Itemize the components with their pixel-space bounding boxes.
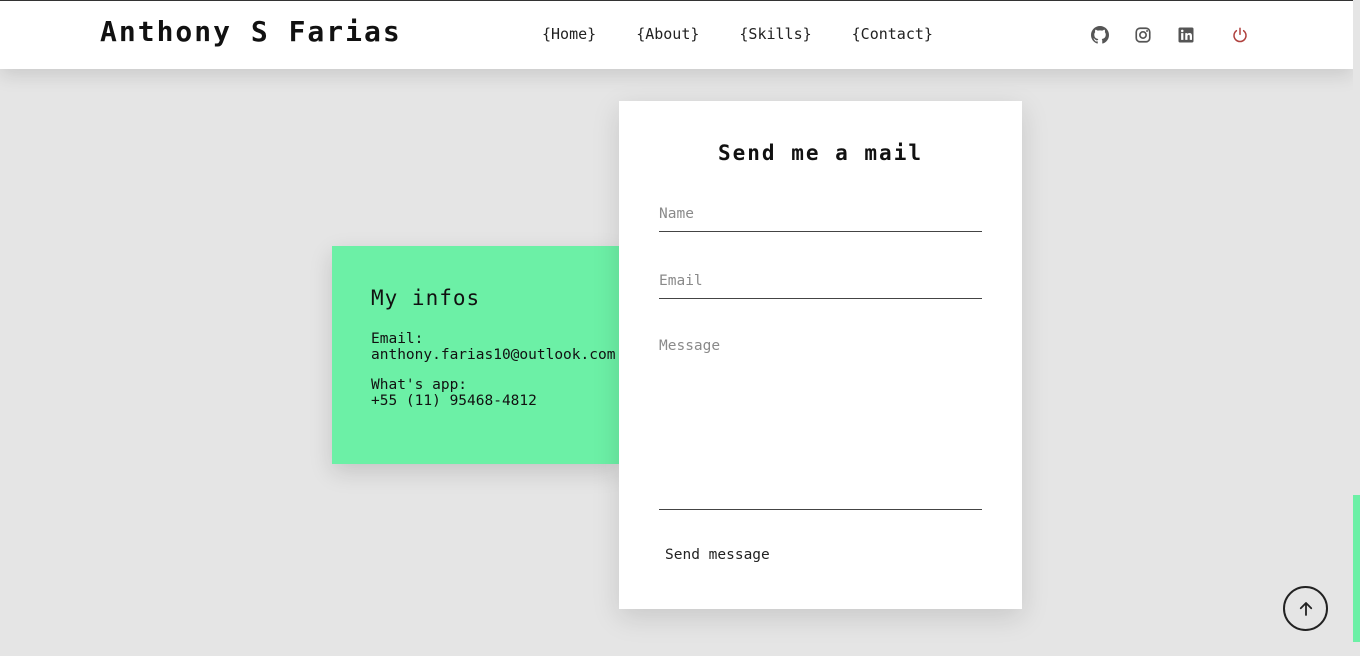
nav-skills-link[interactable]: {Skills} xyxy=(739,25,811,43)
infos-title: My infos xyxy=(371,286,481,310)
top-navbar: Anthony S Farias {Home} {About} {Skills}… xyxy=(0,0,1353,69)
nav-contact-link[interactable]: {Contact} xyxy=(852,25,933,43)
email-value: anthony.farias10@outlook.com xyxy=(371,347,616,363)
arrow-up-icon xyxy=(1299,601,1312,616)
nav-home-link[interactable]: {Home} xyxy=(542,25,596,43)
whatsapp-value: +55 (11) 95468-4812 xyxy=(371,393,537,409)
form-title: Send me a mail xyxy=(717,141,923,165)
nav-about-link[interactable]: {About} xyxy=(636,25,699,43)
email-info: Email: anthony.farias10@outlook.com xyxy=(371,331,615,363)
whatsapp-label: What's app: xyxy=(371,377,468,393)
email-field[interactable] xyxy=(659,271,982,299)
back-to-top-button[interactable] xyxy=(1283,586,1328,631)
power-icon[interactable] xyxy=(1230,25,1250,45)
name-field[interactable] xyxy=(659,204,982,232)
email-label: Email: xyxy=(371,331,424,347)
my-infos-card: My infos Email: anthony.farias10@outlook… xyxy=(332,246,620,464)
github-icon[interactable] xyxy=(1090,25,1110,45)
instagram-icon[interactable] xyxy=(1133,25,1153,45)
main-nav: {Home} {About} {Skills} {Contact} xyxy=(542,25,973,43)
message-field[interactable] xyxy=(659,338,982,510)
scrollbar-thumb[interactable] xyxy=(1353,495,1360,642)
site-brand[interactable]: Anthony S Farias xyxy=(100,15,402,48)
social-links xyxy=(1090,25,1250,45)
linkedin-icon[interactable] xyxy=(1176,25,1196,45)
send-message-button[interactable]: Send message xyxy=(659,541,776,569)
whatsapp-info: What's app: +55 (11) 95468-4812 xyxy=(371,377,537,409)
contact-form-card: Send me a mail Send message xyxy=(619,101,1022,609)
